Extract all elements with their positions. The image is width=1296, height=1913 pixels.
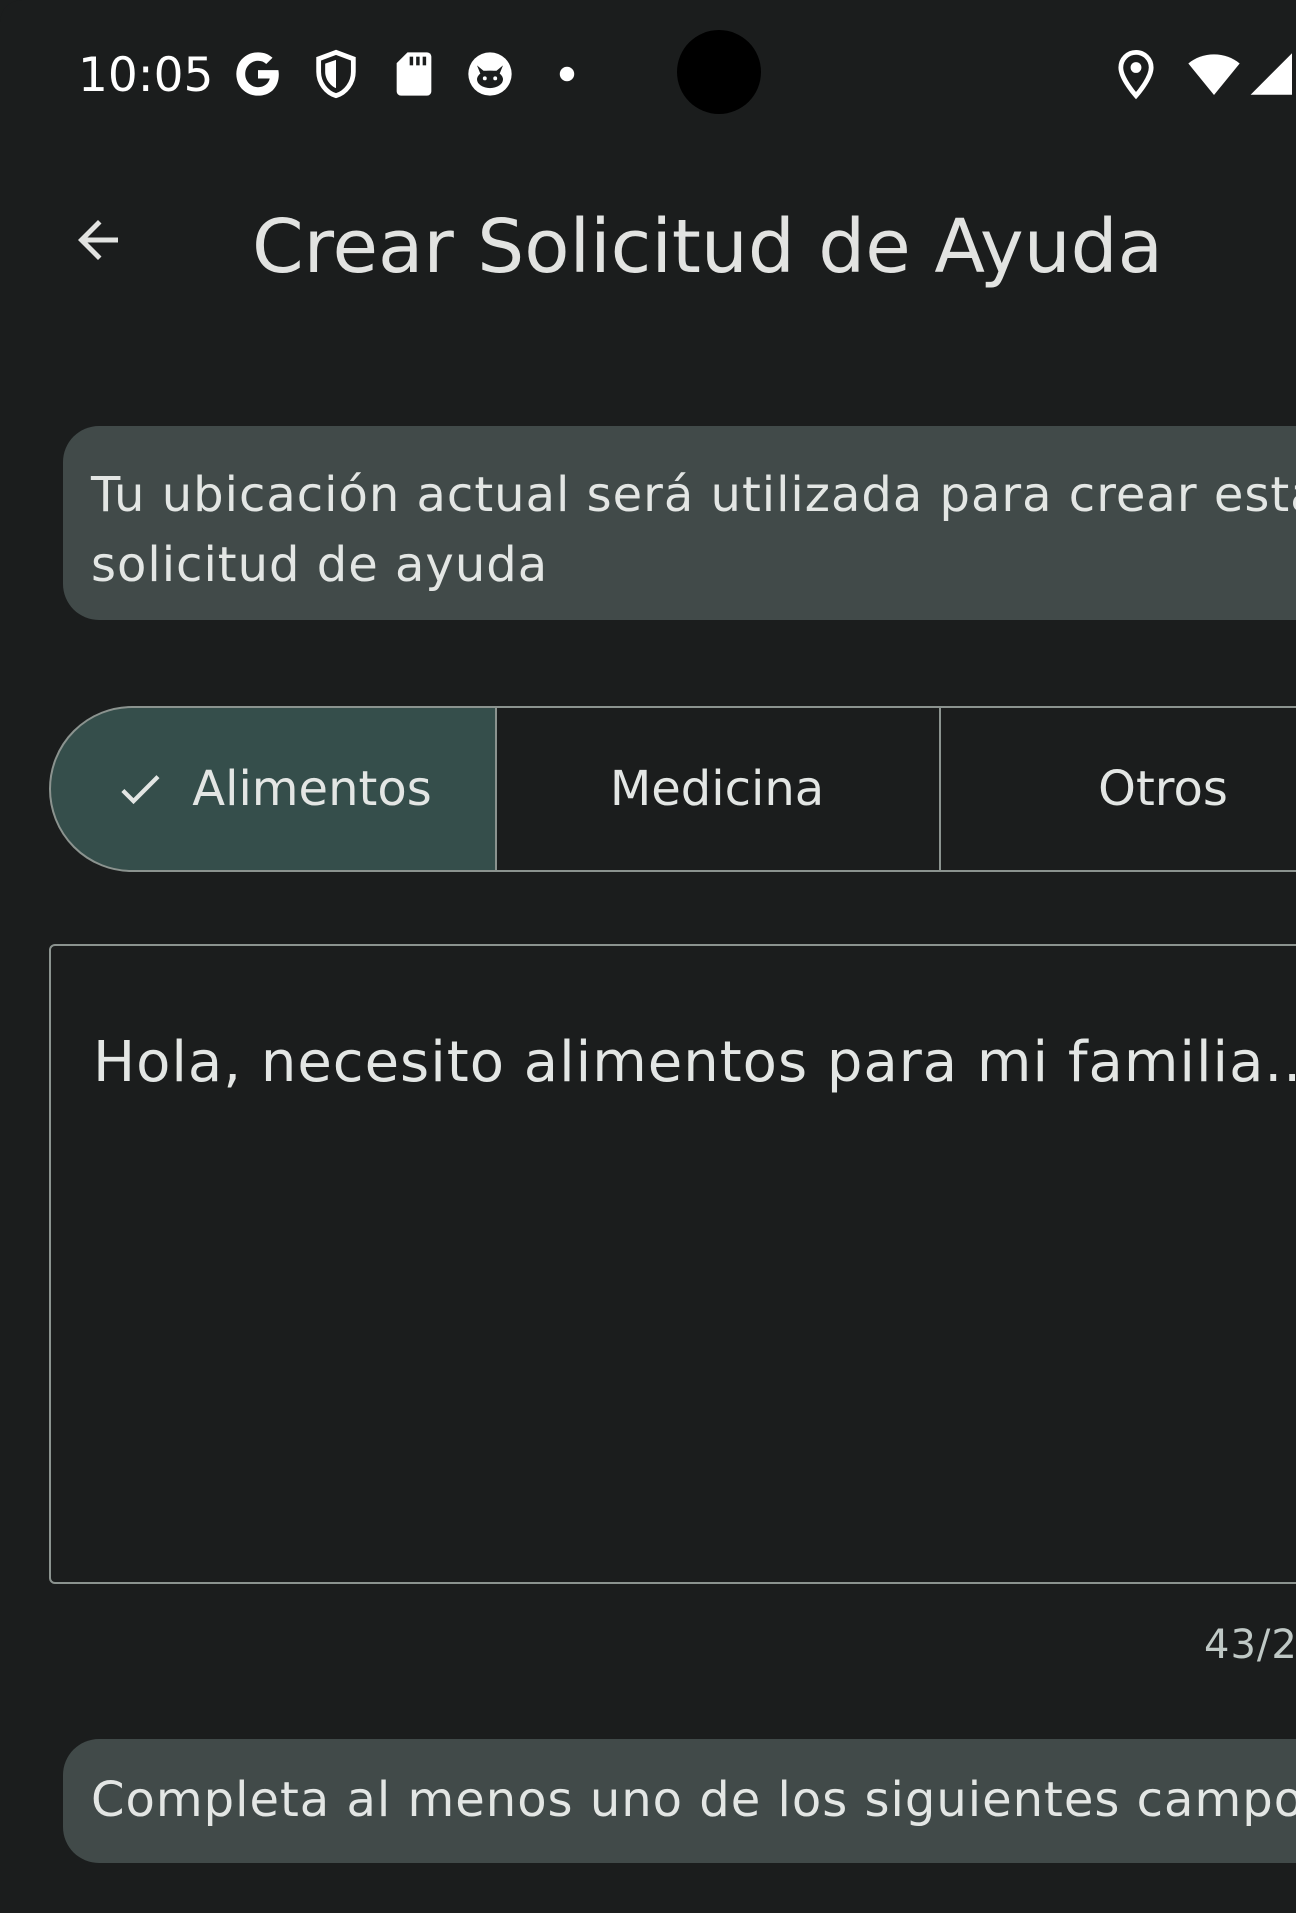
wifi-icon: [1186, 48, 1240, 100]
screen: 10:05 Crear Solicitud de Ayuda Tu ubicac…: [0, 0, 1296, 1913]
arrow-back-icon: [78, 220, 118, 260]
status-bar: 10:05: [0, 0, 1296, 150]
category-segmented-buttons: Alimentos Medicina Otros: [49, 706, 1296, 872]
google-icon: [232, 48, 284, 100]
category-segment-label: Medicina: [609, 761, 825, 817]
category-segment-label: Otros: [1098, 761, 1228, 817]
fields-hint-card: Completa al menos uno de los siguientes …: [63, 1739, 1296, 1863]
back-button[interactable]: [54, 196, 142, 284]
notification-dot-icon: [550, 48, 602, 100]
message-text-value: Hola, necesito alimentos para mi familia…: [93, 1030, 1296, 1095]
location-info-text: Tu ubicación actual será utilizada para …: [91, 467, 1296, 593]
category-segment-medicina[interactable]: Medicina: [495, 706, 941, 872]
location-icon: [1110, 48, 1162, 100]
category-segment-alimentos[interactable]: Alimentos: [49, 706, 497, 872]
fields-hint-text: Completa al menos uno de los siguientes …: [91, 1772, 1296, 1828]
page-title: Crear Solicitud de Ayuda: [252, 204, 1163, 290]
check-icon: [121, 775, 160, 805]
message-text-area[interactable]: Hola, necesito alimentos para mi familia…: [49, 944, 1296, 1584]
shield-icon: [310, 48, 362, 100]
status-time: 10:05: [78, 48, 214, 103]
category-segment-otros[interactable]: Otros: [939, 706, 1296, 872]
sd-card-icon: [388, 48, 440, 100]
location-info-card: Tu ubicación actual será utilizada para …: [63, 426, 1296, 620]
camera-cutout: [677, 30, 761, 114]
cell-signal-icon: [1246, 48, 1296, 100]
character-counter: 43/2: [1204, 1622, 1296, 1668]
cat-icon: [464, 48, 516, 100]
category-segment-label: Alimentos: [192, 761, 432, 817]
